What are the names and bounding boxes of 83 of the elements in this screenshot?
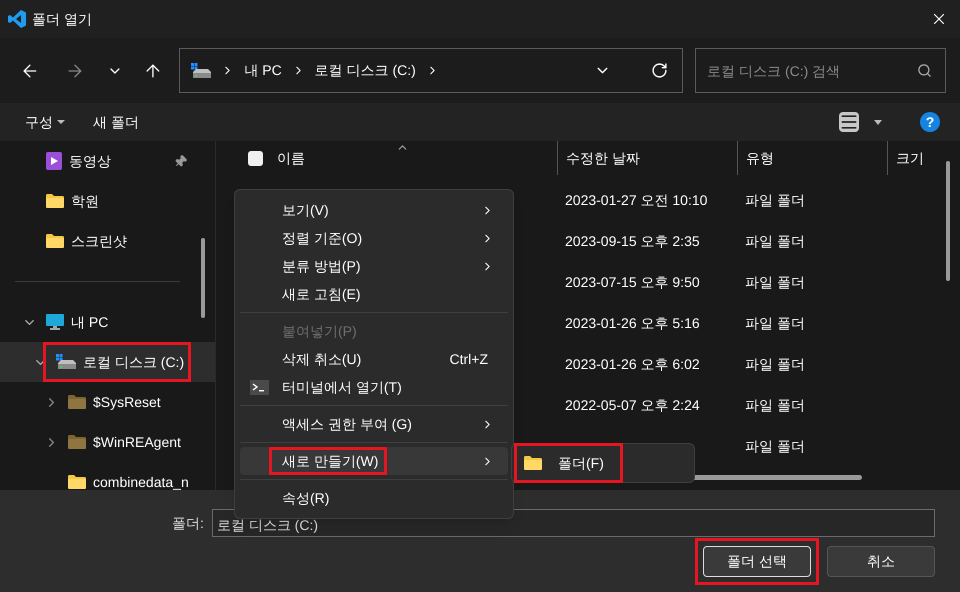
view-icon[interactable] bbox=[839, 112, 859, 132]
folder-icon bbox=[46, 234, 64, 248]
folder-field-label: 폴더: bbox=[172, 514, 204, 532]
menu-item-label: 삭제 취소(U) bbox=[282, 350, 362, 369]
window-title: 폴더 열기 bbox=[32, 10, 92, 28]
column-header[interactable]: 이름 bbox=[277, 148, 305, 168]
menu-item-label: 속성(R) bbox=[282, 488, 330, 508]
type-cell-text: 파일 폴더 bbox=[745, 232, 805, 251]
date-cell-text: 2022-05-07 오후 2:24 bbox=[565, 396, 701, 415]
quick-access-item[interactable]: 스크린샷 bbox=[0, 221, 215, 261]
vertical-scrollbar[interactable] bbox=[946, 161, 950, 281]
tree-item[interactable]: $WinREAgent bbox=[0, 422, 215, 462]
column-header[interactable]: 유형 bbox=[746, 148, 774, 168]
select-all-checkbox[interactable] bbox=[248, 150, 263, 166]
menu-item-label: 정렬 기준(O) bbox=[282, 228, 362, 248]
menu-item[interactable]: 새로 고침(E) bbox=[240, 280, 508, 308]
date-cell-text: 2023-09-15 오후 2:35 bbox=[565, 232, 701, 251]
type-cell-text: 파일 폴더 bbox=[745, 191, 805, 210]
folder-icon bbox=[46, 194, 64, 208]
submenu-item[interactable]: 폴더(F) bbox=[524, 447, 604, 479]
menu-item[interactable]: 속성(R) bbox=[240, 484, 508, 512]
tree-item[interactable]: 로컬 디스크 (C:) bbox=[0, 342, 215, 382]
select-folder-button[interactable]: 폴더 선택 bbox=[703, 546, 811, 577]
menu-item-label: 보기(V) bbox=[282, 200, 329, 220]
app-logo-icon bbox=[8, 10, 26, 28]
quick-access-item[interactable]: 동영상 bbox=[0, 141, 215, 181]
column-header[interactable]: 수정한 날짜 bbox=[566, 148, 640, 168]
organize-menu-button[interactable]: 구성 bbox=[25, 112, 65, 132]
tree-item[interactable]: 내 PC bbox=[0, 302, 215, 342]
tree-item-label: 내 PC bbox=[71, 312, 108, 332]
menu-item[interactable]: 보기(V) bbox=[240, 196, 508, 224]
date-cell-text: 2023-01-26 오후 5:16 bbox=[565, 314, 701, 333]
view-dropdown-icon[interactable] bbox=[874, 120, 882, 124]
quick-access-label: 스크린샷 bbox=[71, 232, 128, 250]
quick-access-label: 동영상 bbox=[69, 152, 112, 170]
date-cell-text: 2023-07-15 오후 9:50 bbox=[565, 273, 701, 292]
video-icon bbox=[46, 152, 62, 170]
type-cell-text: 파일 폴더 bbox=[745, 273, 805, 292]
search-icon[interactable] bbox=[917, 63, 932, 78]
quick-access-item[interactable]: 학원 bbox=[0, 181, 215, 221]
menu-item-label: 새로 만들기(W) bbox=[282, 452, 378, 471]
drive-icon bbox=[191, 62, 212, 78]
shortcut-text: Ctrl+Z bbox=[450, 350, 488, 368]
folder-icon bbox=[68, 475, 86, 489]
quick-access-label: 학원 bbox=[71, 192, 100, 210]
tree-item-label: $WinREAgent bbox=[93, 432, 181, 452]
help-icon[interactable]: ? bbox=[920, 112, 940, 132]
folder-icon bbox=[68, 435, 86, 449]
type-cell-text: 파일 폴더 bbox=[745, 355, 805, 374]
folder-icon bbox=[68, 395, 86, 409]
type-cell-text: 파일 폴더 bbox=[745, 437, 805, 456]
menu-item[interactable]: 분류 방법(P) bbox=[240, 252, 508, 280]
menu-item[interactable]: 새로 만들기(W) bbox=[240, 447, 508, 475]
menu-item-label: 액세스 권한 부여 (G) bbox=[282, 414, 412, 434]
sidebar-scrollbar[interactable] bbox=[201, 238, 205, 318]
drive-icon bbox=[56, 354, 76, 370]
menu-item-label: 터미널에서 열기(T) bbox=[282, 378, 402, 397]
address-bar[interactable]: 내 PC 로컬 디스크 (C:) bbox=[179, 48, 684, 93]
breadcrumb[interactable]: 내 PC bbox=[244, 60, 282, 81]
cancel-button[interactable]: 취소 bbox=[827, 546, 935, 577]
tree-item-label: combinedata_n bbox=[93, 472, 189, 490]
column-header[interactable]: 크기 bbox=[896, 148, 924, 168]
type-cell-text: 파일 폴더 bbox=[745, 396, 805, 415]
breadcrumb[interactable]: 로컬 디스크 (C:) bbox=[314, 60, 416, 81]
date-cell-text: 2023-01-27 오전 10:10 bbox=[565, 191, 708, 210]
menu-item-label: 새로 고침(E) bbox=[282, 284, 361, 304]
menu-item-label: 붙여넣기(P) bbox=[282, 322, 357, 341]
menu-item[interactable]: 정렬 기준(O) bbox=[240, 224, 508, 252]
computer-icon bbox=[46, 314, 64, 330]
menu-item[interactable]: 액세스 권한 부여 (G) bbox=[240, 410, 508, 438]
menu-item[interactable]: 터미널에서 열기(T) bbox=[240, 373, 508, 401]
date-cell-text: 2023-01-26 오후 6:02 bbox=[565, 355, 701, 374]
type-cell-text: 파일 폴더 bbox=[745, 314, 805, 333]
tree-item-label: 로컬 디스크 (C:) bbox=[83, 352, 184, 372]
refresh-icon[interactable] bbox=[651, 62, 668, 79]
tree-item-label: $SysReset bbox=[93, 392, 161, 412]
search-field[interactable]: 로컬 디스크 (C:) 검색 bbox=[695, 48, 946, 93]
tree-item[interactable]: combinedata_n bbox=[0, 462, 215, 490]
new-folder-button[interactable]: 새 폴더 bbox=[93, 112, 139, 132]
tree-item[interactable]: $SysReset bbox=[0, 382, 215, 422]
folder-icon bbox=[524, 456, 542, 470]
menu-item[interactable]: 삭제 취소(U) Ctrl+Z bbox=[240, 345, 508, 373]
menu-item-label: 분류 방법(P) bbox=[282, 256, 361, 276]
